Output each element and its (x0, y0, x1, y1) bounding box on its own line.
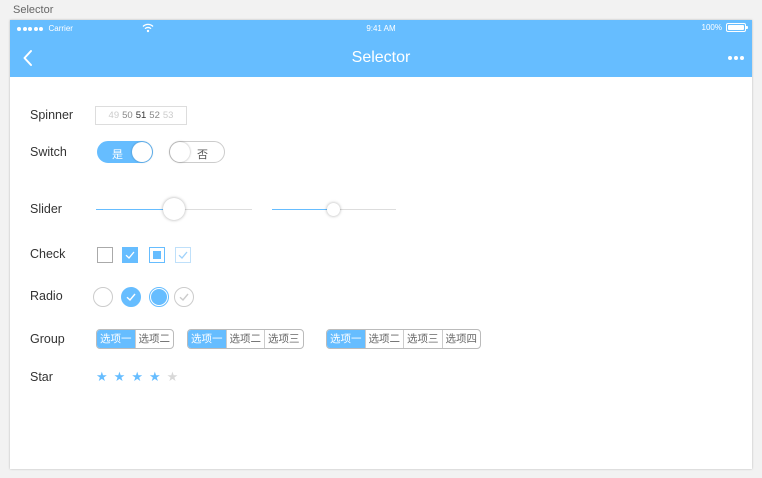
star-icon[interactable]: ★ (96, 370, 108, 383)
spinner-value: 49 (108, 110, 120, 121)
switch-off-text: 否 (197, 149, 208, 161)
switch-on-text: 是 (112, 149, 123, 161)
segmented-group-two: 选项一 选项二 (96, 329, 174, 349)
spinner-selected-value: 51 (135, 110, 147, 121)
segmented-group-three: 选项一 选项二 选项三 (187, 329, 304, 349)
more-dots-icon (728, 56, 732, 60)
star-icon[interactable]: ★ (167, 370, 179, 383)
star-label: Star (30, 370, 53, 384)
status-time: 9:41 AM (366, 24, 396, 33)
radio-checked[interactable] (121, 287, 141, 307)
segment-option[interactable]: 选项二 (134, 330, 174, 348)
checkbox-indeterminate[interactable] (149, 247, 165, 263)
segment-option[interactable]: 选项二 (364, 330, 404, 348)
star-rating[interactable]: ★ ★ ★ ★ ★ (96, 370, 178, 383)
status-bar: Carrier 9:41 AM 100% (10, 20, 752, 38)
checkmark-icon (125, 251, 135, 259)
more-button[interactable] (728, 56, 744, 60)
star-icon[interactable]: ★ (131, 370, 143, 383)
switch-off[interactable]: 否 (169, 141, 225, 163)
slider-thumb[interactable] (327, 203, 340, 216)
checkbox-checked[interactable] (122, 247, 138, 263)
slider-thumb[interactable] (163, 198, 185, 220)
segment-option[interactable]: 选项三 (403, 330, 442, 348)
switch-label: Switch (30, 145, 67, 159)
battery-status: 100% (701, 23, 748, 32)
slider-large[interactable] (96, 198, 252, 220)
slider-fill (272, 209, 334, 210)
check-label: Check (30, 247, 66, 261)
navigation-bar: Selector (10, 38, 752, 77)
segment-option[interactable]: 选项三 (264, 330, 303, 348)
group-label: Group (30, 332, 65, 346)
slider-small[interactable] (272, 203, 396, 216)
slider-label: Slider (30, 202, 62, 216)
number-spinner[interactable]: 49 50 51 52 53 (95, 106, 187, 125)
checkbox-unchecked[interactable] (97, 247, 113, 263)
switch-knob (170, 142, 190, 162)
spinner-value: 52 (149, 110, 160, 121)
battery-icon (726, 23, 748, 32)
segment-option[interactable]: 选项四 (441, 330, 481, 348)
segment-option[interactable]: 选项一 (188, 330, 226, 348)
radio-unchecked[interactable] (93, 287, 113, 307)
checkmark-icon (178, 251, 188, 259)
segment-option[interactable]: 选项一 (327, 330, 365, 348)
checkmark-icon (179, 293, 189, 302)
page-title: Selector (351, 49, 411, 66)
switch-on[interactable]: 是 (97, 141, 153, 163)
window-title: Selector (13, 4, 54, 16)
star-icon[interactable]: ★ (149, 370, 161, 383)
spinner-value: 53 (162, 110, 174, 121)
checkmark-icon (126, 293, 136, 302)
checkbox-checked-disabled[interactable] (175, 247, 191, 263)
radio-label: Radio (30, 289, 63, 303)
segment-option[interactable]: 选项二 (225, 330, 265, 348)
segmented-group-four: 选项一 选项二 选项三 选项四 (326, 329, 481, 349)
spinner-value: 50 (122, 110, 133, 121)
radio-filled[interactable] (149, 287, 169, 307)
radio-checked-disabled[interactable] (174, 287, 194, 307)
star-icon[interactable]: ★ (114, 370, 126, 383)
switch-knob (132, 142, 152, 162)
battery-percent: 100% (701, 23, 722, 32)
segment-option[interactable]: 选项一 (97, 330, 135, 348)
spinner-label: Spinner (30, 108, 74, 122)
device-screen: Carrier 9:41 AM 100% Selector Spinner 49 (10, 20, 752, 469)
